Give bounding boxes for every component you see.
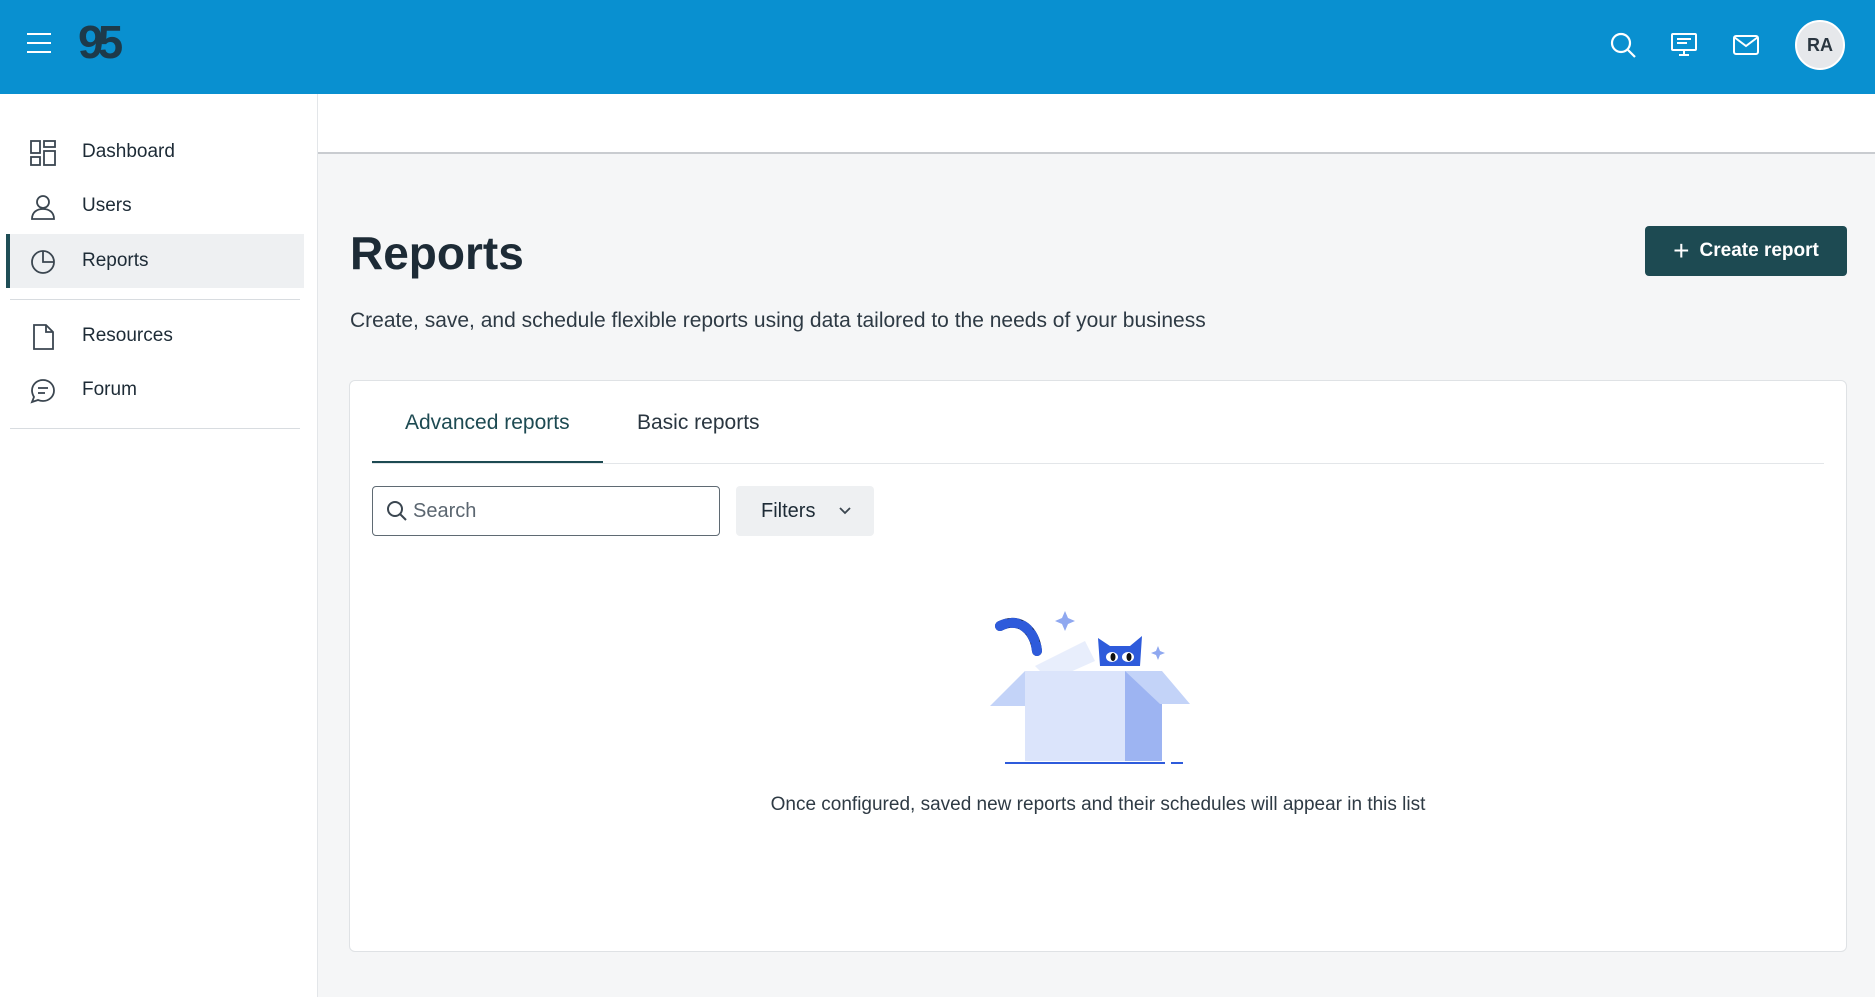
report-tabs: Advanced reports Basic reports [372,381,1824,464]
svg-text:95: 95 [78,20,123,64]
search-icon[interactable] [1608,30,1638,60]
sidebar-divider [10,428,300,429]
search-input[interactable] [413,497,703,525]
sidebar-item-forum[interactable]: Forum [6,363,304,417]
sidebar-item-users[interactable]: Users [6,179,304,233]
sidebar-item-label: Forum [82,379,137,400]
tab-advanced-reports[interactable]: Advanced reports [372,411,603,463]
sidebar-item-resources[interactable]: Resources [6,309,304,363]
plus-icon: + [1673,235,1690,266]
search-icon [387,501,407,521]
sidebar-item-label: Dashboard [82,141,175,162]
avatar[interactable]: RA [1795,20,1845,70]
page-title: Reports [350,227,524,279]
menu-icon[interactable] [27,33,51,57]
reports-card: Advanced reports Basic reports Filters [349,380,1847,952]
sidebar-item-label: Users [82,195,132,216]
filters-button[interactable]: Filters [736,486,874,536]
page-description: Create, save, and schedule flexible repo… [350,309,1206,332]
filters-label: Filters [761,499,816,522]
top-bar: 95 RA [0,0,1875,94]
chat-icon [29,377,57,405]
sidebar-item-dashboard[interactable]: Dashboard [6,125,304,179]
app-logo[interactable]: 95 [78,16,132,68]
tab-basic-reports[interactable]: Basic reports [604,411,793,463]
user-icon [29,193,57,221]
sidebar-divider [10,299,300,300]
create-report-button[interactable]: + Create report [1645,226,1847,276]
chevron-down-icon [839,507,851,515]
empty-state-message: Once configured, saved new reports and t… [770,794,1426,815]
sidebar-item-label: Resources [82,325,173,346]
mail-icon[interactable] [1731,30,1761,60]
create-report-label: Create report [1699,240,1819,261]
dashboard-icon [29,139,57,167]
search-field[interactable] [372,486,720,536]
presentation-icon[interactable] [1669,30,1699,60]
sidebar: Dashboard Users Reports Resources Forum [0,94,318,997]
pie-chart-icon [29,248,57,276]
sub-header-bar [318,94,1875,154]
sidebar-item-label: Reports [82,250,149,271]
sidebar-item-reports[interactable]: Reports [6,234,304,288]
empty-state-illustration [990,606,1230,771]
document-icon [29,323,57,351]
